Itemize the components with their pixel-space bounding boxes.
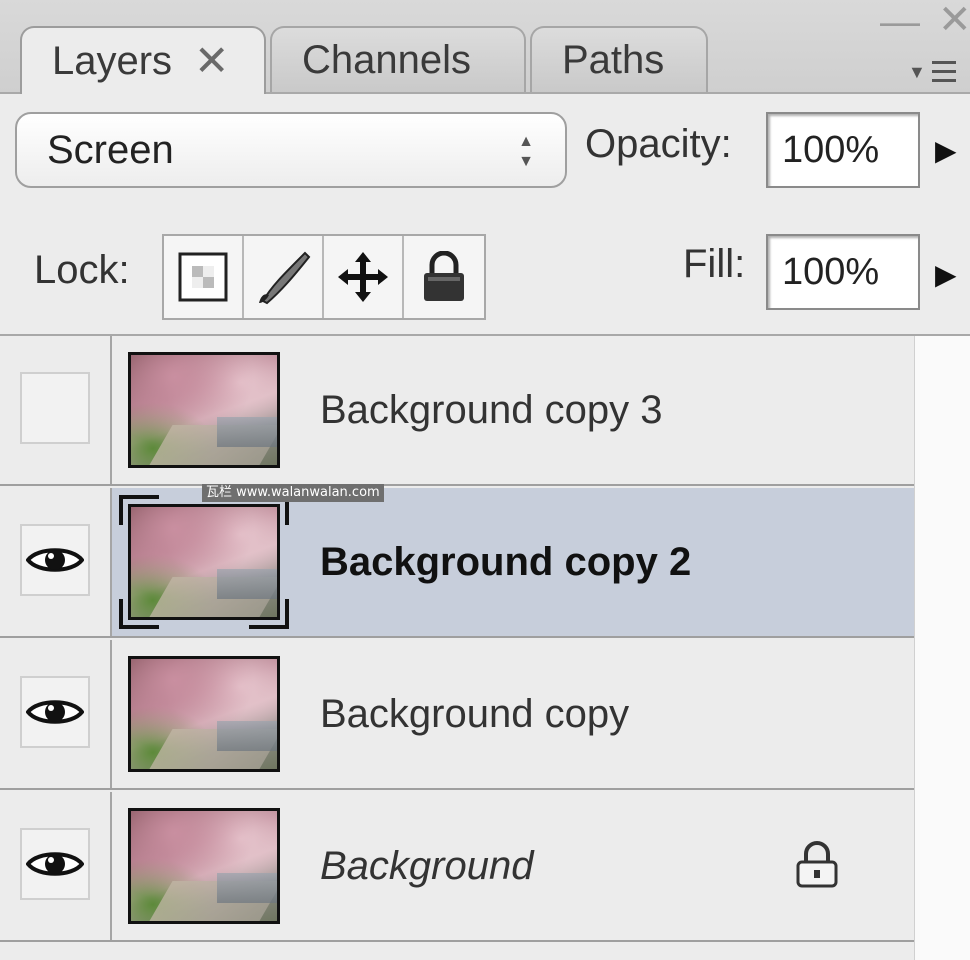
panel-menu-button[interactable]: ▼: [908, 52, 970, 92]
blend-mode-value: Screen: [47, 127, 174, 172]
tab-paths[interactable]: Paths: [530, 26, 708, 92]
visibility-column: [0, 336, 112, 484]
select-arrows-icon: ▲ ▼: [518, 133, 534, 170]
tab-layers[interactable]: Layers ✕: [20, 26, 266, 94]
lock-transparent-icon: [178, 252, 228, 302]
layer-lock-icon: [796, 841, 838, 888]
lock-position-button[interactable]: [324, 236, 404, 318]
visibility-column: [0, 792, 112, 940]
tab-close-icon[interactable]: ✕: [194, 40, 229, 82]
lock-all-icon: [424, 251, 464, 301]
lock-options-row: Lock: Fill: 100% ▶: [0, 212, 970, 336]
layer-name[interactable]: Background copy 2: [320, 540, 691, 585]
fill-input[interactable]: 100%: [766, 234, 920, 310]
tab-channels[interactable]: Channels: [270, 26, 526, 92]
close-panel-icon[interactable]: ✕: [938, 0, 970, 40]
selection-brackets-icon: [119, 495, 289, 629]
lock-image-pixels-button[interactable]: [244, 236, 324, 318]
opacity-label: Opacity:: [585, 122, 732, 166]
visibility-toggle[interactable]: [20, 676, 90, 748]
eye-icon: [26, 548, 84, 572]
lock-buttons: [162, 234, 486, 320]
layers-list: Background copy 3 Background copy 2 Back…: [0, 336, 914, 960]
minimize-icon[interactable]: —: [880, 2, 920, 42]
fill-slider-arrow-icon[interactable]: ▶: [935, 258, 957, 291]
layer-row[interactable]: Background: [0, 792, 914, 942]
layer-row[interactable]: Background copy 3: [0, 336, 914, 486]
panel-tab-bar: Layers ✕ Channels Paths — ✕ ▼: [0, 0, 970, 94]
blend-mode-select[interactable]: Screen ▲ ▼: [15, 112, 567, 188]
layer-name[interactable]: Background copy 3: [320, 388, 662, 433]
watermark-text: 瓦栏 www.walanwalan.com: [202, 484, 384, 502]
menu-lines-icon: [931, 61, 956, 83]
layers-scrollbar[interactable]: [914, 336, 970, 960]
lock-label: Lock:: [34, 248, 130, 292]
lock-all-button[interactable]: [404, 236, 484, 318]
layer-row-selected[interactable]: Background copy 2: [0, 488, 914, 638]
layer-name[interactable]: Background copy: [320, 692, 629, 737]
tab-paths-label: Paths: [562, 37, 665, 82]
layer-thumbnail[interactable]: [128, 352, 280, 468]
eye-icon: [26, 852, 84, 876]
lock-position-icon: [338, 252, 388, 302]
tab-channels-label: Channels: [302, 37, 472, 82]
visibility-column: [0, 488, 112, 636]
fill-label: Fill:: [683, 242, 746, 286]
blend-options-row: Screen ▲ ▼ Opacity: 100% ▶: [0, 94, 970, 214]
visibility-toggle[interactable]: [20, 828, 90, 900]
opacity-input[interactable]: 100%: [766, 112, 920, 188]
tab-layers-label: Layers: [52, 38, 173, 83]
visibility-toggle[interactable]: [20, 372, 90, 444]
layer-thumbnail[interactable]: [128, 808, 280, 924]
eye-icon: [26, 700, 84, 724]
lock-image-icon: [259, 251, 311, 305]
lock-transparent-pixels-button[interactable]: [164, 236, 244, 318]
layer-row[interactable]: Background copy: [0, 640, 914, 790]
visibility-toggle[interactable]: [20, 524, 90, 596]
opacity-slider-arrow-icon[interactable]: ▶: [935, 134, 957, 167]
visibility-column: [0, 640, 112, 788]
layer-name[interactable]: Background: [320, 844, 533, 889]
layer-thumbnail[interactable]: [128, 656, 280, 772]
menu-triangle-icon: ▼: [908, 61, 926, 82]
